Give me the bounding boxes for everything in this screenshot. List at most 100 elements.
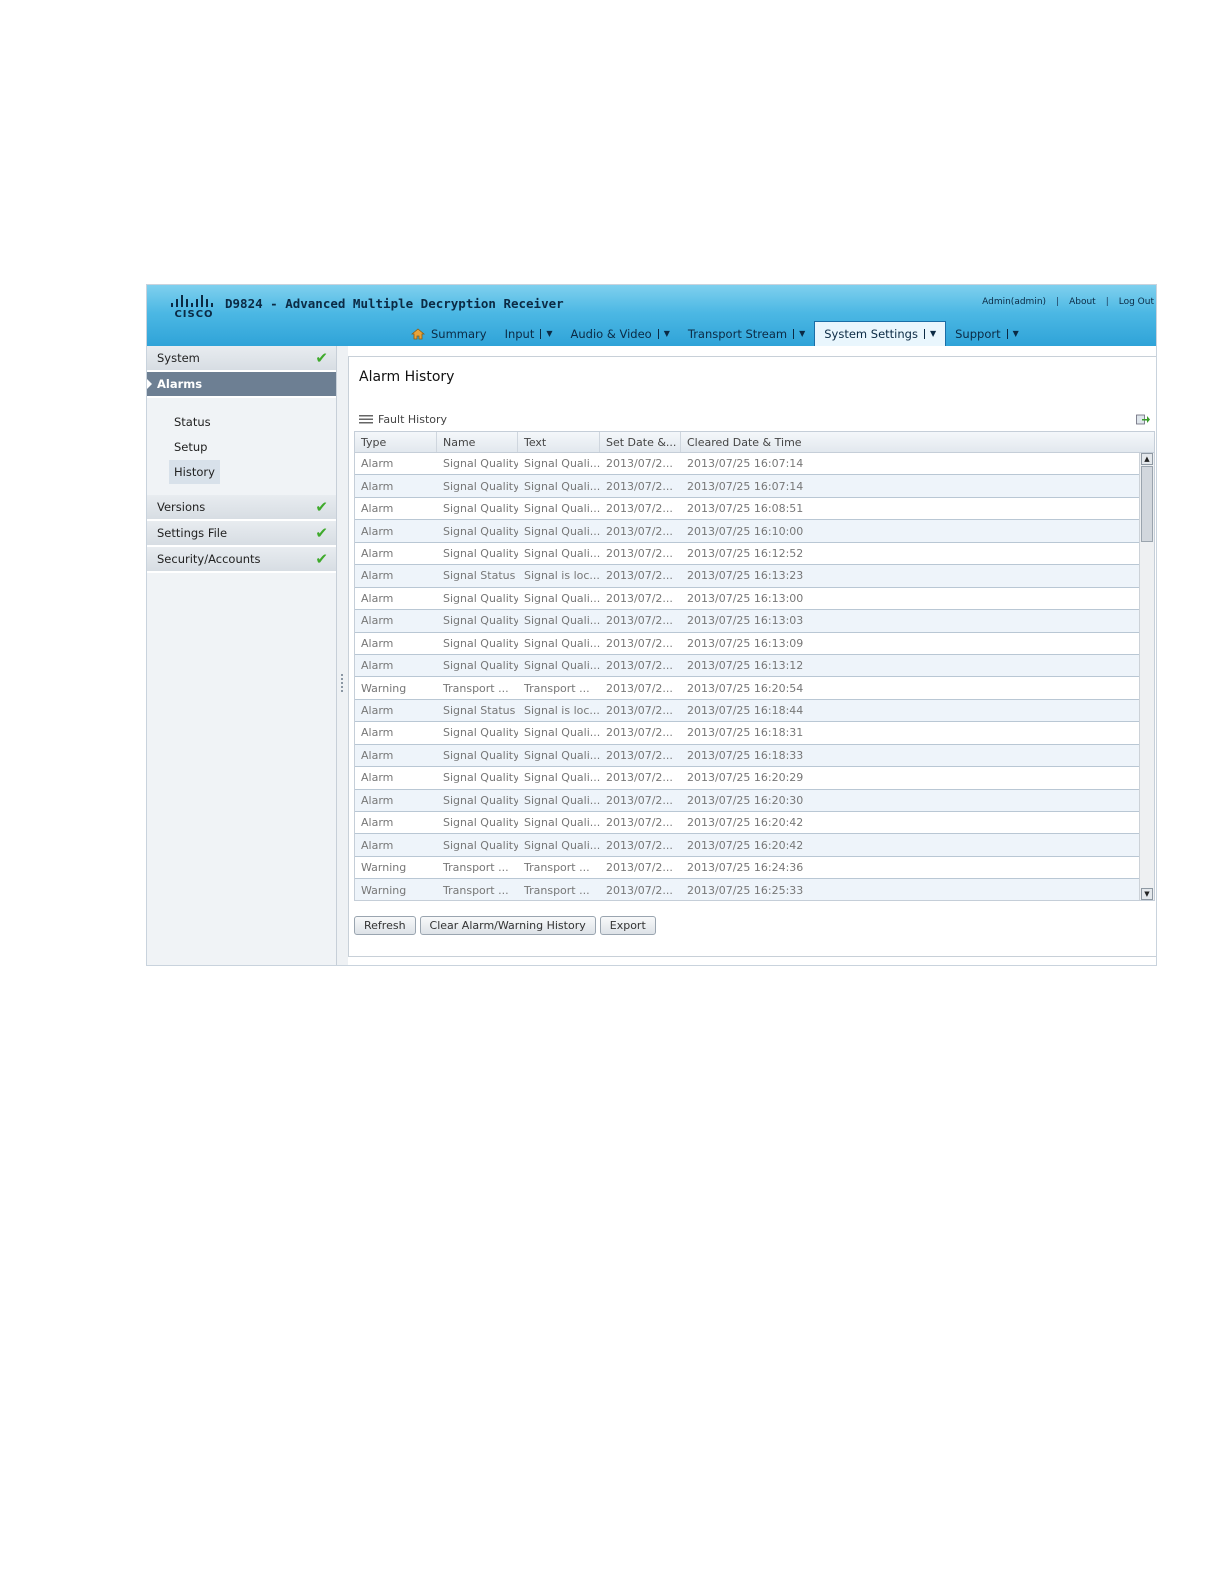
table-row[interactable]: Alarm Signal Quality Signal Quali... 2013/0… bbox=[355, 654, 1141, 678]
table-row[interactable]: Alarm Signal Quality Signal Quali... 2013/0… bbox=[355, 789, 1141, 812]
sidebar-subitem-setup[interactable]: Setup bbox=[169, 435, 212, 459]
cell-type: Alarm bbox=[361, 546, 394, 560]
cell-set-date: 2013/07/2... bbox=[606, 569, 673, 583]
table-row[interactable]: Alarm Signal Quality Signal Quali... 2013/0… bbox=[355, 610, 1141, 633]
cell-set-date: 2013/07/2... bbox=[606, 704, 673, 718]
cell-name: Signal Quality bbox=[443, 636, 518, 650]
column-header-text[interactable]: Text bbox=[518, 432, 600, 452]
nav-summary[interactable]: Summary bbox=[402, 321, 496, 346]
clear-history-button[interactable]: Clear Alarm/Warning History bbox=[419, 916, 596, 935]
table-row[interactable]: Alarm Signal Quality Signal Quali... 2013/0… bbox=[355, 543, 1141, 566]
table-row[interactable]: Alarm Signal Quality Signal Quali... 2013/0… bbox=[355, 453, 1141, 476]
cell-cleared-date: 2013/07/25 16:13:23 bbox=[687, 569, 804, 583]
about-link[interactable]: About bbox=[1069, 297, 1096, 307]
cell-set-date: 2013/07/2... bbox=[606, 883, 673, 897]
check-icon: ✔ bbox=[315, 497, 328, 516]
table-row[interactable]: Alarm Signal Status Signal is loc... 2013/0… bbox=[355, 699, 1141, 723]
table-row[interactable]: Alarm Signal Quality Signal Quali... 2013/0… bbox=[355, 812, 1141, 835]
sidebar-item-settings-file[interactable]: Settings File ✔ bbox=[147, 521, 336, 547]
cell-type: Alarm bbox=[361, 748, 394, 762]
cell-set-date: 2013/07/2... bbox=[606, 614, 673, 628]
export-button[interactable]: Export bbox=[599, 916, 656, 935]
sidebar-item-label: Settings File bbox=[157, 526, 228, 540]
nav-audio-video[interactable]: Audio & Video ▼ bbox=[562, 321, 679, 346]
sidebar-subitem-history[interactable]: History bbox=[169, 460, 220, 484]
cell-text: Signal is loc... bbox=[524, 569, 600, 583]
sidebar-subitem-status[interactable]: Status bbox=[169, 410, 216, 434]
grid-rows: Alarm Signal Quality Signal Quali... 2013/0… bbox=[355, 453, 1141, 900]
sidebar-item-versions[interactable]: Versions ✔ bbox=[147, 495, 336, 521]
cell-cleared-date: 2013/07/25 16:13:09 bbox=[687, 636, 804, 650]
table-row[interactable]: Alarm Signal Quality Signal Quali... 2013/0… bbox=[355, 633, 1141, 655]
sidebar-item-security-accounts[interactable]: Security/Accounts ✔ bbox=[147, 547, 336, 573]
cell-set-date: 2013/07/2... bbox=[606, 502, 673, 516]
scroll-thumb[interactable] bbox=[1141, 466, 1153, 542]
table-row[interactable]: Alarm Signal Quality Signal Quali... 2013/0… bbox=[355, 498, 1141, 521]
column-header-cleared-date[interactable]: Cleared Date & Time bbox=[681, 432, 1139, 452]
cell-name: Signal Quality bbox=[443, 614, 518, 628]
table-row[interactable]: Alarm Signal Quality Signal Quali... 2013/0… bbox=[355, 744, 1141, 768]
cell-set-date: 2013/07/2... bbox=[606, 861, 673, 875]
chevron-down-icon[interactable]: ▼ bbox=[793, 328, 805, 339]
table-row[interactable]: Warning Transport ... Transport ... 2013/07… bbox=[355, 677, 1141, 700]
cell-set-date: 2013/07/2... bbox=[606, 771, 673, 785]
nav-transport-stream[interactable]: Transport Stream ▼ bbox=[679, 321, 814, 346]
chevron-down-icon[interactable]: ▼ bbox=[923, 329, 936, 339]
table-row[interactable]: Warning Transport ... Transport ... 2013/07… bbox=[355, 857, 1141, 880]
table-row[interactable]: Alarm Signal Quality Signal Quali... 2013/0… bbox=[355, 475, 1141, 498]
cell-text: Signal Quali... bbox=[524, 838, 600, 852]
cell-text: Signal Quali... bbox=[524, 816, 600, 830]
nav-system-settings[interactable]: System Settings ▼ bbox=[814, 321, 947, 346]
cisco-logo: CISCO bbox=[171, 295, 217, 321]
user-link[interactable]: Admin(admin) bbox=[982, 297, 1046, 307]
scroll-up-icon[interactable]: ▲ bbox=[1141, 453, 1153, 465]
cell-cleared-date: 2013/07/25 16:07:14 bbox=[687, 479, 804, 493]
cell-type: Warning bbox=[361, 861, 407, 875]
header-bar: CISCO D9824 - Advanced Multiple Decrypti… bbox=[147, 285, 1156, 346]
table-row[interactable]: Alarm Signal Status Signal is loc... 2013/0… bbox=[355, 565, 1141, 588]
cell-name: Signal Quality bbox=[443, 502, 518, 516]
table-row[interactable]: Alarm Signal Quality Signal Quali... 2013/0… bbox=[355, 767, 1141, 790]
cell-name: Signal Quality bbox=[443, 838, 518, 852]
chevron-down-icon[interactable]: ▼ bbox=[1006, 328, 1019, 339]
cell-name: Signal Quality bbox=[443, 479, 518, 493]
scroll-down-icon[interactable]: ▼ bbox=[1141, 888, 1153, 900]
table-row[interactable]: Alarm Signal Quality Signal Quali... 2013/0… bbox=[355, 834, 1141, 857]
cell-name: Signal Status bbox=[443, 569, 516, 583]
menu-icon[interactable] bbox=[359, 415, 373, 424]
table-row[interactable]: Warning Transport ... Transport ... 2013/07… bbox=[355, 879, 1141, 900]
panel-splitter[interactable] bbox=[337, 346, 348, 965]
nav-input[interactable]: Input ▼ bbox=[496, 321, 562, 346]
chevron-down-icon[interactable]: ▼ bbox=[657, 328, 670, 339]
chevron-down-icon[interactable]: ▼ bbox=[540, 328, 553, 339]
logout-link[interactable]: Log Out bbox=[1119, 297, 1154, 307]
splitter-grip-icon[interactable] bbox=[341, 674, 343, 692]
vertical-scrollbar[interactable]: ▲ ▼ bbox=[1139, 453, 1154, 900]
nav-system-settings-label: System Settings bbox=[824, 327, 918, 341]
column-header-type[interactable]: Type bbox=[355, 432, 437, 452]
column-header-name[interactable]: Name bbox=[437, 432, 518, 452]
alarms-submenu: Status Setup History bbox=[147, 398, 336, 495]
cell-name: Signal Quality bbox=[443, 748, 518, 762]
cell-name: Signal Quality bbox=[443, 771, 518, 785]
home-icon bbox=[411, 327, 425, 340]
table-row[interactable]: Alarm Signal Quality Signal Quali... 2013/0… bbox=[355, 722, 1141, 745]
nav-support[interactable]: Support ▼ bbox=[946, 321, 1028, 346]
cell-name: Signal Quality bbox=[443, 659, 518, 673]
cell-type: Alarm bbox=[361, 704, 394, 718]
sidebar-item-system[interactable]: System ✔ bbox=[147, 346, 336, 372]
column-header-set-date[interactable]: Set Date &... bbox=[600, 432, 681, 452]
sidebar-item-alarms[interactable]: Alarms bbox=[147, 372, 336, 398]
cell-type: Alarm bbox=[361, 771, 394, 785]
cell-cleared-date: 2013/07/25 16:18:33 bbox=[687, 748, 804, 762]
cell-text: Signal Quali... bbox=[524, 771, 600, 785]
nav-summary-label: Summary bbox=[431, 326, 487, 341]
cell-type: Alarm bbox=[361, 614, 394, 628]
export-icon[interactable] bbox=[1136, 410, 1150, 425]
refresh-button[interactable]: Refresh bbox=[354, 916, 416, 935]
table-row[interactable]: Alarm Signal Quality Signal Quali... 2013/0… bbox=[355, 588, 1141, 611]
cell-text: Signal Quali... bbox=[524, 614, 600, 628]
table-row[interactable]: Alarm Signal Quality Signal Quali... 2013/0… bbox=[355, 520, 1141, 543]
cell-type: Alarm bbox=[361, 569, 394, 583]
nav-audio-video-label: Audio & Video bbox=[570, 326, 652, 341]
